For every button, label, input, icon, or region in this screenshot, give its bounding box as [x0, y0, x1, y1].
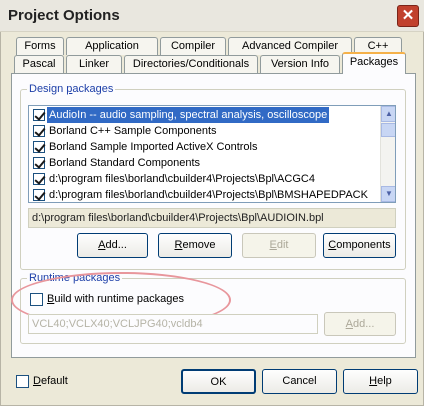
chevron-up-icon: ▲: [385, 109, 393, 118]
design-packages-list[interactable]: AudioIn -- audio sampling, spectral anal…: [28, 105, 396, 203]
package-label: Borland C++ Sample Components: [49, 125, 217, 137]
scroll-down-button[interactable]: ▼: [381, 186, 395, 202]
tab-label: Packages: [349, 56, 399, 68]
package-checkbox[interactable]: [33, 109, 45, 121]
close-icon: ✕: [401, 7, 415, 24]
tab-label: Forms: [24, 40, 56, 52]
tab-version-info[interactable]: Version Info: [260, 55, 340, 73]
tab-pascal[interactable]: Pascal: [14, 55, 64, 73]
package-checkbox[interactable]: [33, 173, 45, 185]
tab-label: Compiler: [170, 40, 215, 52]
tab-forms[interactable]: Forms: [16, 37, 64, 55]
default-checkbox[interactable]: [16, 375, 29, 388]
package-label: Borland Standard Components: [49, 157, 201, 169]
package-label: AudioIn -- audio sampling, spectral anal…: [47, 107, 330, 123]
title-bar[interactable]: Project Options ✕: [0, 0, 424, 32]
edit-package-button[interactable]: Edit: [242, 233, 316, 258]
design-packages-legend: Design packages: [29, 83, 114, 95]
remove-package-button[interactable]: Remove: [158, 233, 232, 258]
package-checkbox[interactable]: [33, 157, 45, 169]
list-scrollbar[interactable]: ▲ ▼: [380, 106, 395, 202]
package-label: d:\program files\borland\cbuilder4\Proje…: [49, 189, 368, 201]
ok-button[interactable]: OK: [181, 369, 256, 394]
tab-compiler[interactable]: Compiler: [160, 37, 226, 55]
package-label: Borland Sample Imported ActiveX Controls: [49, 141, 258, 153]
scroll-thumb[interactable]: [381, 123, 395, 137]
add-package-button[interactable]: Add...: [77, 233, 148, 258]
tab-packages[interactable]: Packages: [342, 52, 406, 74]
tab-linker[interactable]: Linker: [66, 55, 122, 73]
package-checkbox[interactable]: [33, 189, 45, 201]
window-title: Project Options: [8, 7, 120, 24]
scroll-up-button[interactable]: ▲: [381, 106, 395, 122]
runtime-packages-input[interactable]: VCL40;VCLX40;VCLJPG40;vcldb4: [28, 314, 318, 334]
chevron-down-icon: ▼: [385, 189, 393, 198]
tab-label: Pascal: [22, 58, 56, 70]
add-runtime-package-button[interactable]: Add...: [324, 312, 396, 336]
tab-label: Version Info: [270, 58, 330, 70]
package-checkbox[interactable]: [33, 141, 45, 153]
package-label: d:\program files\borland\cbuilder4\Proje…: [49, 173, 315, 185]
tab-directories-conditionals[interactable]: Directories/Conditionals: [124, 55, 258, 73]
help-button[interactable]: Help: [343, 369, 418, 394]
tab-label: Application: [85, 40, 139, 52]
default-label[interactable]: Default: [33, 375, 68, 387]
tab-label: C++: [367, 40, 389, 52]
tab-label: Advanced Compiler: [242, 40, 338, 52]
components-button[interactable]: Components: [323, 233, 396, 258]
tab-label: Directories/Conditionals: [132, 58, 250, 70]
close-button[interactable]: ✕: [397, 5, 419, 27]
cancel-button[interactable]: Cancel: [262, 369, 337, 394]
tab-application[interactable]: Application: [66, 37, 158, 55]
package-checkbox[interactable]: [33, 125, 45, 137]
package-path-field: d:\program files\borland\cbuilder4\Proje…: [28, 208, 396, 228]
tab-label: Linker: [79, 58, 109, 70]
tab-advanced-compiler[interactable]: Advanced Compiler: [228, 37, 352, 55]
